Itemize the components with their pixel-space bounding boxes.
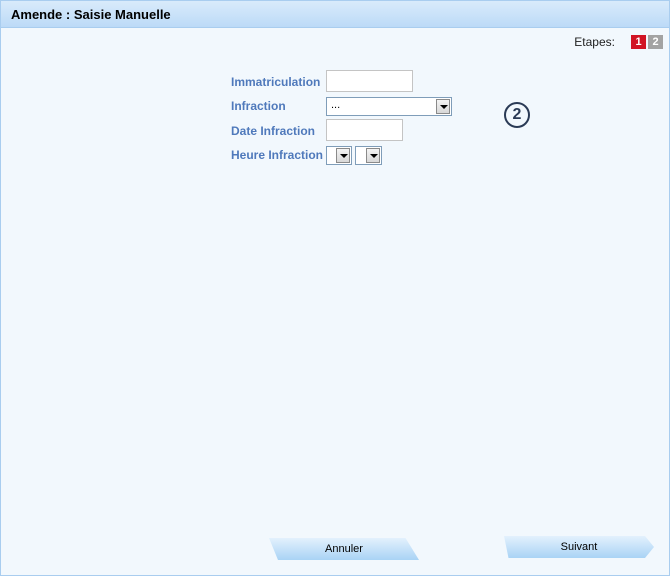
immatriculation-label: Immatriculation	[231, 75, 321, 89]
hour-select[interactable]	[326, 146, 352, 165]
steps-indicator: Etapes: 1 2	[574, 34, 663, 49]
chevron-down-icon[interactable]	[436, 99, 450, 114]
step-1-badge: 1	[631, 34, 646, 49]
step-marker-badge: 2	[504, 102, 530, 128]
cancel-button[interactable]: Annuler	[269, 538, 419, 560]
steps-label: Etapes:	[574, 34, 615, 49]
infraction-selected-value: ...	[331, 99, 341, 111]
minute-select[interactable]	[355, 146, 382, 165]
step-2-badge: 2	[648, 34, 663, 49]
infraction-select[interactable]: ...	[326, 97, 452, 116]
window-title: Amende : Saisie Manuelle	[11, 7, 171, 22]
immatriculation-input[interactable]	[326, 70, 413, 92]
heure-infraction-label: Heure Infraction	[231, 148, 324, 162]
chevron-down-icon[interactable]	[366, 148, 380, 163]
chevron-down-icon[interactable]	[336, 148, 350, 163]
next-button[interactable]: Suivant	[504, 536, 654, 558]
date-infraction-input[interactable]	[326, 119, 403, 141]
date-infraction-label: Date Infraction	[231, 124, 316, 138]
manual-entry-window: Amende : Saisie Manuelle Etapes: 1 2 Imm…	[0, 0, 670, 576]
infraction-label: Infraction	[231, 99, 286, 113]
title-bar: Amende : Saisie Manuelle	[1, 1, 669, 28]
